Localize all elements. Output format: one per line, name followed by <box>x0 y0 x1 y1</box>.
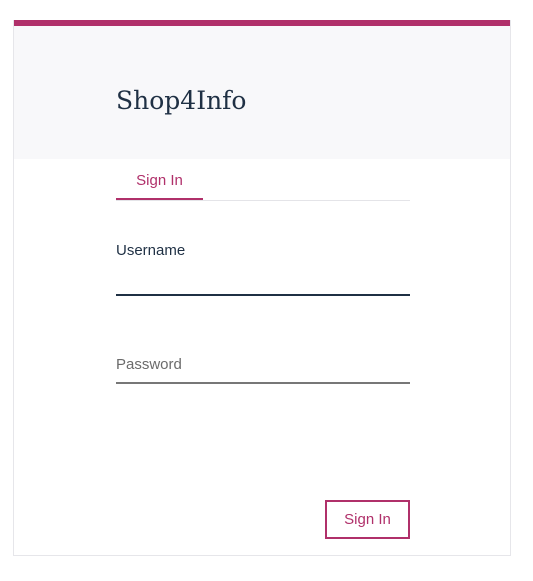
password-input[interactable] <box>116 350 410 380</box>
card-header: Shop4Info <box>14 26 510 159</box>
login-card: Shop4Info Sign In Username Password Sign… <box>13 20 511 556</box>
password-field[interactable]: Password <box>116 350 410 384</box>
tab-sign-in[interactable]: Sign In <box>116 160 203 200</box>
sign-in-button[interactable]: Sign In <box>325 500 410 539</box>
username-input[interactable] <box>116 270 410 292</box>
username-field[interactable]: Username <box>116 238 410 296</box>
username-label: Username <box>116 242 186 259</box>
app-title: Shop4Info <box>116 86 247 115</box>
tab-bar: Sign In <box>116 160 410 201</box>
